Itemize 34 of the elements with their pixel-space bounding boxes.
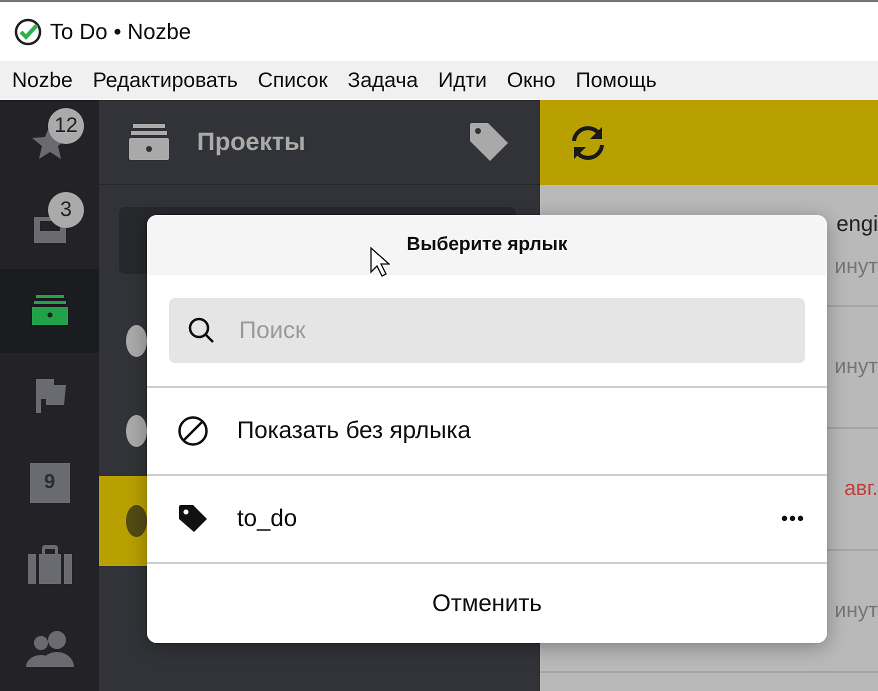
- task-meta: инут: [834, 355, 878, 379]
- prohibited-icon: [177, 415, 209, 447]
- projects-icon: [127, 122, 171, 162]
- nav-item[interactable]: 12: [0, 100, 99, 184]
- briefcase-icon: [28, 544, 72, 584]
- menu-item[interactable]: Nozbe: [2, 68, 83, 92]
- menu-item[interactable]: Редактировать: [82, 68, 248, 92]
- task-meta: инут: [834, 599, 878, 623]
- task-meta: авг.: [844, 477, 878, 501]
- label-option[interactable]: Показать без ярлыка: [147, 388, 827, 476]
- task-title: engi: [836, 211, 878, 237]
- cancel-button[interactable]: Отменить: [147, 564, 827, 643]
- panel-title: Проекты: [197, 128, 307, 156]
- project-row[interactable]: [99, 476, 147, 566]
- task-meta: инут: [834, 255, 878, 279]
- menu-item[interactable]: Идти: [428, 68, 497, 92]
- cursor-icon: [370, 247, 390, 277]
- count-badge: 12: [48, 108, 84, 144]
- dialog-title: Выберите ярлык: [147, 215, 827, 275]
- menu-item[interactable]: Окно: [496, 68, 566, 92]
- menu-item[interactable]: Задача: [338, 68, 428, 92]
- people-icon: [26, 630, 74, 667]
- calendar-icon: 9: [30, 462, 70, 503]
- tag-icon: [468, 121, 510, 163]
- search-field[interactable]: Поиск: [169, 298, 805, 363]
- tag-icon: [177, 503, 209, 535]
- menu-item[interactable]: Список: [248, 68, 338, 92]
- app-check-icon: [14, 18, 42, 46]
- more-button[interactable]: •••: [780, 508, 805, 530]
- nav-item[interactable]: 3: [0, 184, 99, 269]
- nav-item[interactable]: [0, 268, 99, 354]
- menu-item[interactable]: Помощь: [566, 68, 667, 92]
- window-title: To Do • Nozbe: [50, 18, 191, 44]
- count-badge: 3: [48, 192, 84, 228]
